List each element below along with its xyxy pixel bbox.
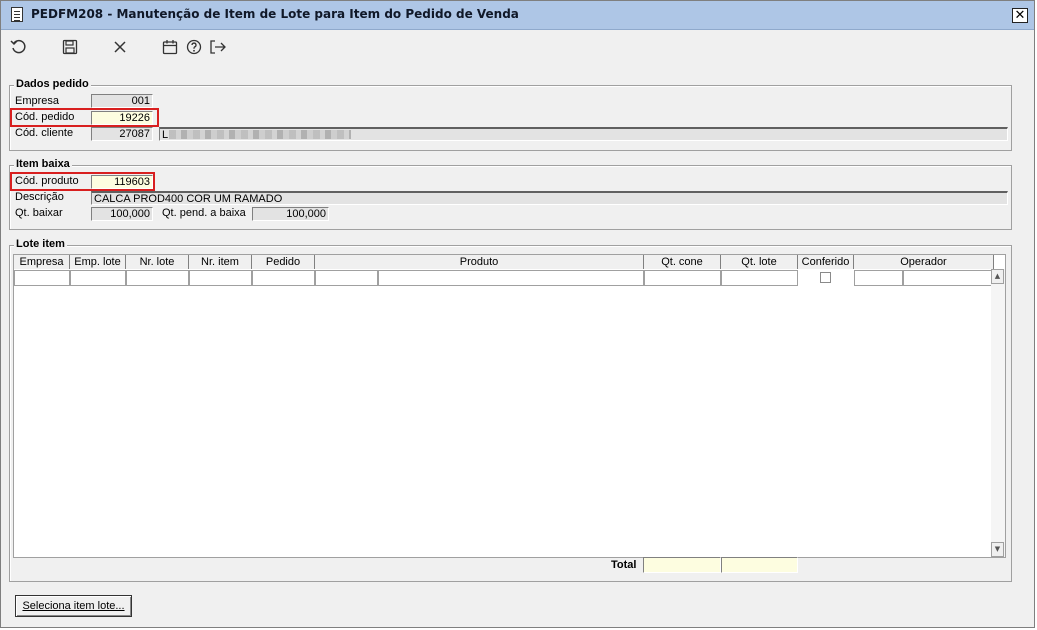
column-header-qt-lote[interactable]: Qt. lote [721,255,798,269]
cliente-nome-prefix: L [162,129,169,141]
cancel-icon [114,41,126,53]
calendar-button[interactable] [159,36,181,58]
seleciona-item-lote-label: Seleciona item lote... [22,600,125,612]
cod-pedido-highlight [10,108,159,127]
column-header-produto[interactable]: Produto [315,255,644,269]
column-header-conferido[interactable]: Conferido [798,255,854,269]
total-qt-cone-field[interactable] [643,557,721,573]
row1-emp-lote-cell[interactable] [70,270,126,286]
save-icon [62,39,78,55]
row1-nr-item-cell[interactable] [189,270,252,286]
grid-vertical-scrollbar[interactable]: ▲ ▼ [991,269,1005,557]
row1-qt-lote-cell[interactable] [721,270,798,286]
cod-cliente-field[interactable]: 27087 [91,127,153,141]
row1-conferido-checkbox[interactable] [820,272,831,283]
descricao-label: Descrição [15,191,64,203]
exit-icon [210,40,226,54]
scroll-down-button[interactable]: ▼ [991,542,1004,557]
dados-pedido-title: Dados pedido [14,78,91,90]
qt-baixar-label: Qt. baixar [15,207,63,219]
document-icon [11,7,23,22]
row1-produto-code-cell[interactable] [315,270,378,286]
scroll-up-button[interactable]: ▲ [991,269,1004,284]
application-window: PEDFM208 - Manutenção de Item de Lote pa… [0,0,1035,628]
cancel-button[interactable] [109,36,131,58]
cod-cliente-label: Cód. cliente [15,127,74,139]
item-baixa-title: Item baixa [14,158,72,170]
save-button[interactable] [59,36,81,58]
help-button[interactable] [183,36,205,58]
undo-button[interactable] [8,36,30,58]
qt-pend-field[interactable]: 100,000 [252,207,329,221]
empresa-label: Empresa [15,95,60,107]
total-qt-lote-field[interactable] [721,557,798,573]
undo-icon [10,39,26,54]
row1-qt-cone-cell[interactable] [644,270,721,286]
column-header-pedido[interactable]: Pedido [252,255,315,269]
qt-pend-label: Qt. pend. a baixa [162,207,246,219]
exit-button[interactable] [207,36,229,58]
qt-baixar-field[interactable]: 100,000 [91,207,153,221]
redacted-client-name [169,130,351,139]
title-bar[interactable]: PEDFM208 - Manutenção de Item de Lote pa… [1,1,1034,30]
row1-operador-code-cell[interactable] [854,270,903,286]
cod-produto-highlight [10,172,155,191]
total-label: Total [611,559,637,571]
lote-item-title: Lote item [14,238,67,250]
close-icon: ✕ [1014,8,1026,23]
column-header-qt-cone[interactable]: Qt. cone [644,255,721,269]
close-button[interactable]: ✕ [1012,8,1028,23]
lote-item-grid[interactable]: Empresa Emp. lote Nr. lote Nr. item Pedi… [13,254,1006,558]
column-header-empresa[interactable]: Empresa [14,255,70,269]
row1-nr-lote-cell[interactable] [126,270,189,286]
row1-produto-desc-cell[interactable] [378,270,644,286]
help-icon [186,39,202,55]
seleciona-item-lote-button[interactable]: Seleciona item lote... [15,595,132,617]
row1-operador-name-cell[interactable] [903,270,994,286]
row1-pedido-cell[interactable] [252,270,315,286]
window-title: PEDFM208 - Manutenção de Item de Lote pa… [31,7,519,21]
column-header-operador[interactable]: Operador [854,255,994,269]
row1-empresa-cell[interactable] [14,270,70,286]
column-header-emp-lote[interactable]: Emp. lote [70,255,126,269]
column-header-nr-lote[interactable]: Nr. lote [126,255,189,269]
descricao-field[interactable]: CALCA PROD400 COR UM RAMADO [91,191,1008,205]
calendar-icon [162,40,178,55]
toolbar [1,30,1034,64]
column-header-nr-item[interactable]: Nr. item [189,255,252,269]
empresa-field[interactable]: 001 [91,94,153,108]
dados-pedido-group: Dados pedido [9,78,1012,151]
